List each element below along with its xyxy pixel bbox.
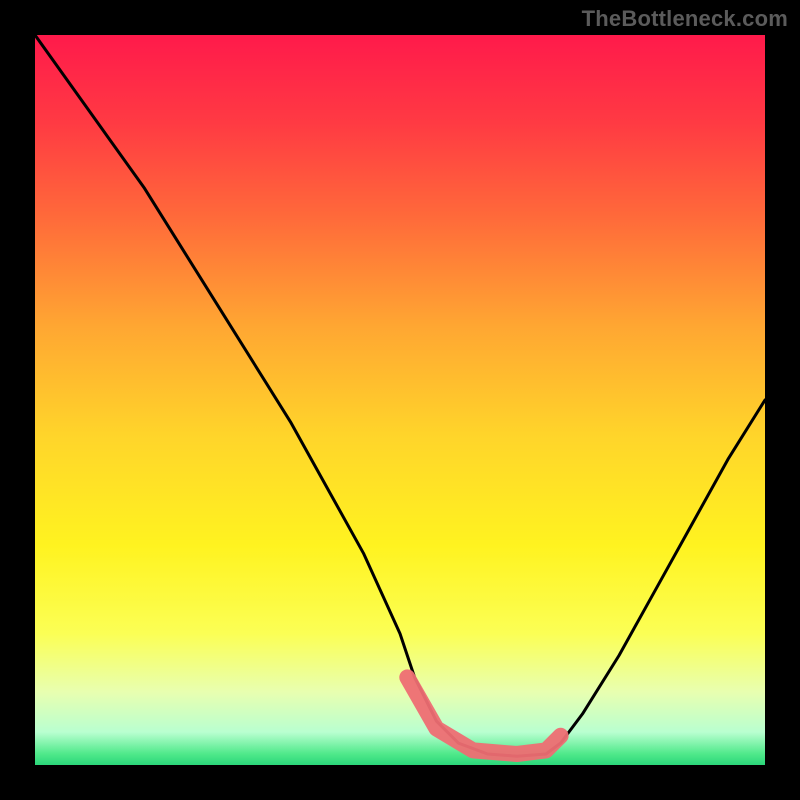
highlight-band <box>407 677 560 754</box>
plot-area <box>35 35 765 765</box>
watermark-text: TheBottleneck.com <box>582 6 788 32</box>
bottleneck-curve <box>35 35 765 756</box>
curve-layer <box>35 35 765 765</box>
chart-frame: TheBottleneck.com <box>0 0 800 800</box>
